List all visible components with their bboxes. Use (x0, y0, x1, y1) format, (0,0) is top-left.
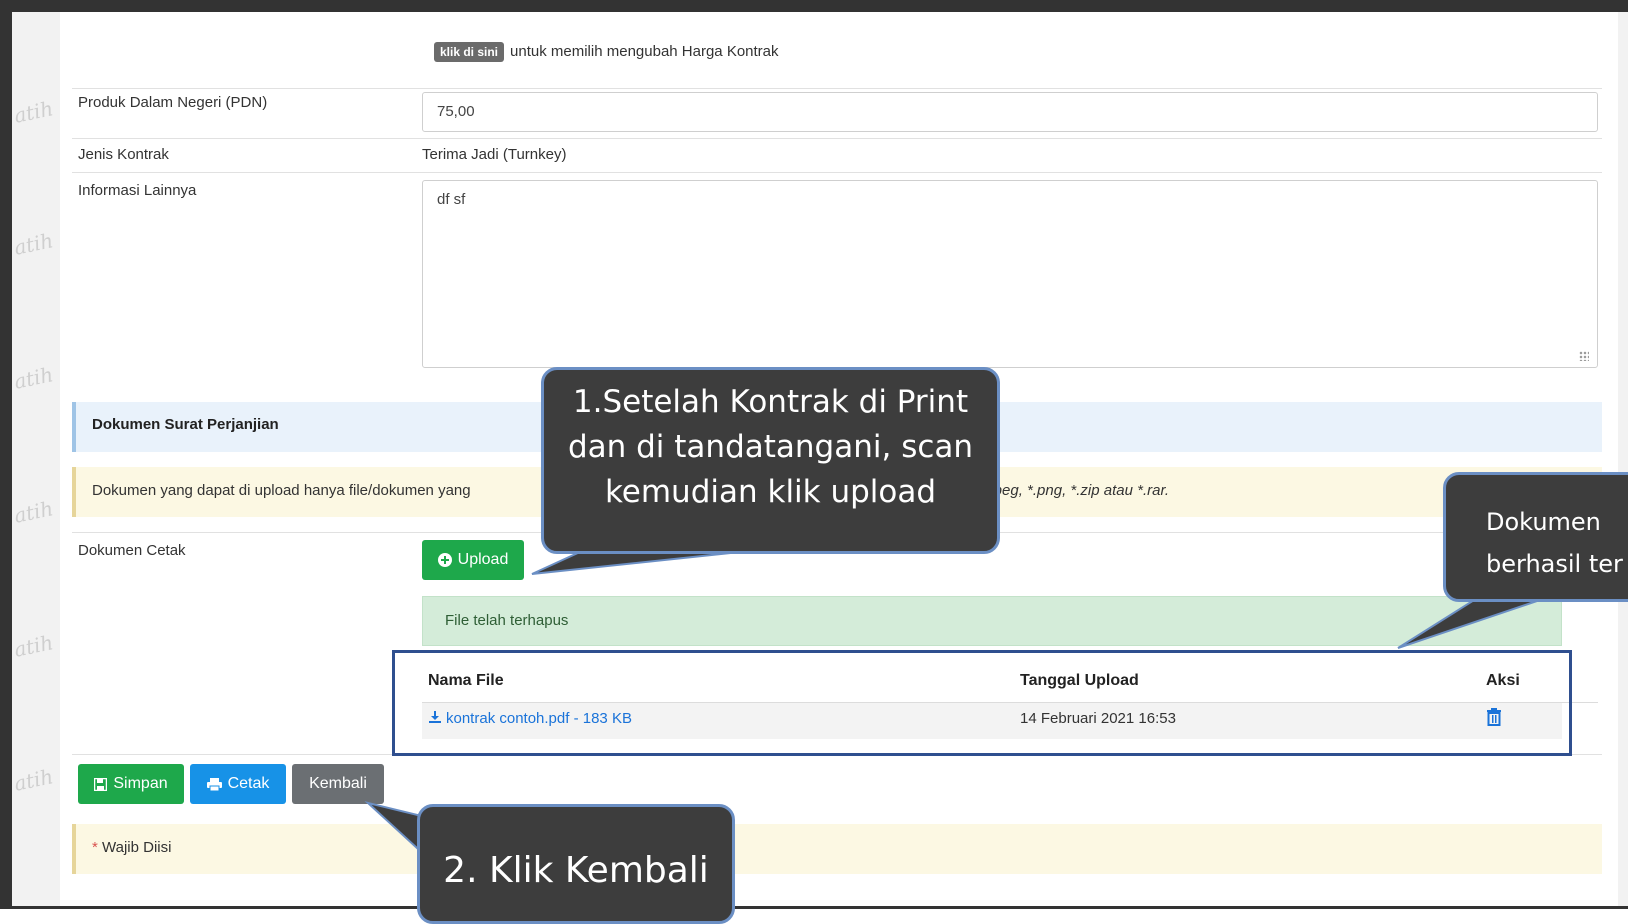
callout-dokumen-berhasil: Dokumen berhasil ter (1443, 472, 1628, 602)
callout-klik-kembali: 2. Klik Kembali (417, 804, 735, 924)
callout-upload-instruction: 1.Setelah Kontrak di Print dan di tandat… (541, 367, 1000, 554)
callout-one-tail (531, 551, 741, 575)
